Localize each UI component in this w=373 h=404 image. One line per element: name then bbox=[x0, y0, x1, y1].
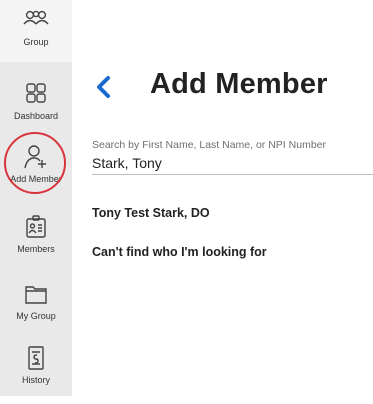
sidebar-item-label: Dashboard bbox=[13, 111, 59, 121]
sidebar-item-label: My Group bbox=[16, 311, 56, 321]
sidebar-item-add-member[interactable]: Add Member bbox=[0, 143, 72, 203]
group-icon bbox=[23, 10, 49, 25]
back-button[interactable] bbox=[90, 72, 116, 102]
sidebar-item-history[interactable]: History bbox=[0, 344, 72, 404]
dashboard-icon bbox=[26, 83, 46, 103]
folder-icon bbox=[25, 286, 47, 304]
main-content: Add Member Search by First Name, Last Na… bbox=[72, 0, 373, 396]
add-member-icon bbox=[24, 145, 46, 169]
sidebar-item-label: History bbox=[21, 375, 50, 385]
search-label: Search by First Name, Last Name, or NPI … bbox=[92, 139, 326, 151]
sidebar: Group Dashboard Add Member Members My Gr… bbox=[0, 0, 72, 396]
page-title: Add Member bbox=[150, 68, 328, 100]
sidebar-item-my-group[interactable]: My Group bbox=[0, 280, 72, 340]
history-icon bbox=[28, 346, 44, 370]
sidebar-item-group[interactable]: Group bbox=[0, 6, 72, 66]
result-member[interactable]: Tony Test Stark, DO bbox=[92, 206, 210, 220]
chevron-left-icon bbox=[97, 76, 110, 98]
sidebar-item-label: Add Member bbox=[10, 174, 62, 184]
sidebar-item-dashboard[interactable]: Dashboard bbox=[0, 80, 72, 140]
search-input[interactable] bbox=[92, 152, 373, 175]
sidebar-item-members[interactable]: Members bbox=[0, 213, 72, 273]
members-icon bbox=[26, 215, 46, 238]
sidebar-item-label: Group bbox=[23, 37, 49, 47]
cant-find-link[interactable]: Can't find who I'm looking for bbox=[92, 245, 267, 259]
sidebar-item-label: Members bbox=[17, 244, 55, 254]
